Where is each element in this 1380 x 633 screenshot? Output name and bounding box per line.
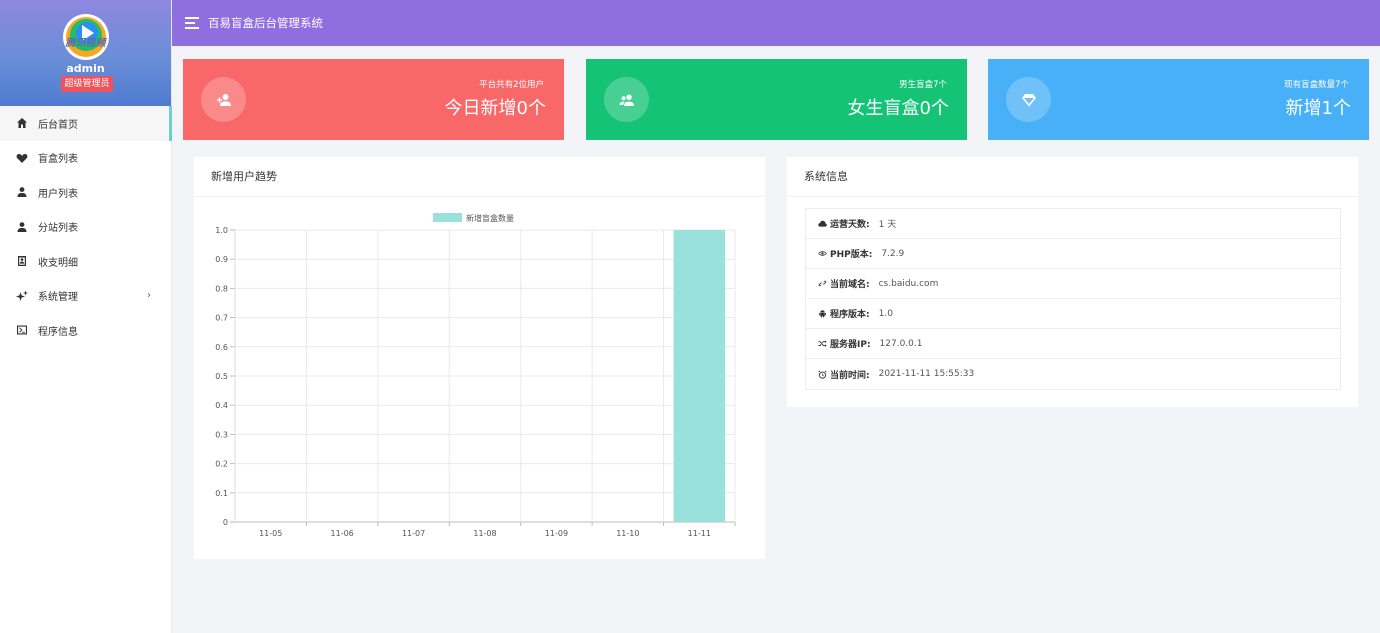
y-tick-label: 0.8	[215, 284, 228, 293]
sidebar-item-user-list[interactable]: 用户列表	[0, 175, 171, 210]
x-tick-label: 11-07	[402, 529, 425, 538]
info-label: 当前域名:	[830, 280, 870, 290]
info-value: 1.0	[878, 308, 893, 319]
x-tick-label: 11-06	[331, 529, 354, 538]
sparkle-icon	[16, 290, 28, 302]
y-tick-label: 0.6	[215, 343, 228, 352]
x-tick-label: 11-11	[688, 529, 711, 538]
username: admin	[66, 62, 105, 75]
info-value: 127.0.0.1	[879, 338, 923, 349]
diamond-icon	[1006, 77, 1051, 122]
sidebar-item-substation-list[interactable]: 分站列表	[0, 210, 171, 245]
info-row-current-time: 当前时间: 2021-11-11 15:55:33	[806, 359, 1340, 389]
users-icon	[604, 77, 649, 122]
terminal-icon	[16, 324, 28, 336]
role-badge: 超级管理员	[61, 76, 113, 92]
shuffle-icon	[817, 339, 827, 349]
y-tick-label: 0.3	[215, 430, 228, 439]
app-title: 百易盲盒后台管理系统	[208, 16, 323, 30]
chevron-right-icon: ›	[147, 290, 151, 302]
heart-icon	[16, 152, 28, 164]
eye-icon	[817, 249, 827, 259]
sidebar-item-finance[interactable]: 收支明细	[0, 244, 171, 279]
panel-title: 新增用户趋势	[194, 157, 765, 197]
card-subtitle: 男生盲盒7个	[899, 80, 947, 90]
sidebar-item-label: 后台首页	[38, 119, 78, 131]
link-icon	[817, 279, 827, 289]
sidebar-item-label: 分站列表	[38, 223, 78, 235]
stat-card-users: 平台共有2位用户 今日新增0个	[183, 59, 564, 140]
y-tick-label: 0	[223, 518, 228, 527]
system-info-panel: 系统信息 运营天数: 1 天 PHP版本: 7.2.9 当前域名: cs.bai…	[787, 157, 1358, 407]
x-tick-label: 11-08	[473, 529, 496, 538]
sidebar: 腾讯视频 admin 超级管理员 后台首页 盲盒列表 用户列表 分站列表 收支明…	[0, 0, 172, 633]
info-label: 程序版本:	[830, 310, 870, 320]
alarm-icon	[817, 369, 827, 379]
profile-header: 腾讯视频 admin 超级管理员	[0, 0, 171, 106]
sidebar-item-program-info[interactable]: 程序信息	[0, 313, 171, 348]
card-value: 今日新增0个	[444, 98, 546, 119]
y-tick-label: 1.0	[215, 226, 228, 235]
user-add-icon	[201, 77, 246, 122]
sidebar-item-label: 盲盒列表	[38, 154, 78, 166]
y-tick-label: 0.9	[215, 255, 228, 264]
sidebar-item-label: 系统管理	[38, 292, 78, 304]
x-tick-label: 11-09	[545, 529, 568, 538]
bar	[673, 230, 725, 522]
info-row-php-version: PHP版本: 7.2.9	[806, 239, 1340, 269]
user-icon	[16, 186, 28, 198]
info-label: PHP版本:	[830, 250, 873, 260]
info-label: 当前时间:	[830, 370, 870, 381]
info-value: cs.baidu.com	[878, 278, 939, 289]
top-bar: 百易盲盒后台管理系统	[172, 0, 1380, 46]
info-row-program-version: 程序版本: 1.0	[806, 299, 1340, 329]
card-subtitle: 平台共有2位用户	[479, 80, 544, 90]
sidebar-nav: 后台首页 盲盒列表 用户列表 分站列表 收支明细 系统管理 › 程序信息	[0, 106, 172, 348]
y-tick-label: 0.7	[215, 314, 228, 323]
android-icon	[817, 309, 827, 319]
info-label: 运营天数:	[830, 220, 870, 230]
sidebar-item-system[interactable]: 系统管理 ›	[0, 279, 171, 314]
info-value: 7.2.9	[881, 248, 905, 259]
system-info-table: 运营天数: 1 天 PHP版本: 7.2.9 当前域名: cs.baidu.co…	[805, 208, 1341, 390]
info-value: 2021-11-11 15:55:33	[878, 369, 975, 379]
y-tick-label: 0.5	[215, 372, 228, 381]
user-trend-chart: 新增盲盒数量 0 0.1 0.2 0.3 0.4 0.5 0.6 0.7 0.8 0.9 1.0 11-…	[215, 213, 736, 538]
info-row-domain: 当前域名: cs.baidu.com	[806, 269, 1340, 299]
card-value: 女生盲盒0个	[847, 98, 949, 119]
panel-title: 系统信息	[787, 157, 1358, 197]
info-row-operating-days: 运营天数: 1 天	[806, 209, 1340, 239]
sidebar-item-home[interactable]: 后台首页	[0, 106, 172, 141]
user-icon	[16, 221, 28, 233]
legend-label: 新增盲盒数量	[466, 213, 514, 223]
stat-card-boxes-gender: 男生盲盒7个 女生盲盒0个	[586, 59, 967, 140]
card-subtitle: 现有盲盒数量7个	[1284, 80, 1349, 90]
x-tick-label: 11-10	[616, 529, 639, 538]
sidebar-item-blindbox-list[interactable]: 盲盒列表	[0, 141, 171, 176]
sidebar-item-label: 程序信息	[38, 326, 78, 338]
contacts-icon	[16, 255, 28, 267]
y-tick-label: 0.2	[215, 460, 228, 469]
y-tick-label: 0.4	[215, 401, 228, 410]
sidebar-item-label: 收支明细	[38, 257, 78, 269]
info-value: 1 天	[878, 220, 897, 230]
cloud-icon	[817, 219, 827, 229]
info-label: 服务器IP:	[830, 340, 871, 350]
logo-text: 腾讯视频	[65, 38, 106, 49]
user-trend-panel: 新增用户趋势 新增盲盒数量 0 0.1 0.2 0.3 0.4 0.5 0.6 0.7 0.8 0.…	[194, 157, 765, 559]
legend-swatch	[433, 213, 462, 222]
info-row-server-ip: 服务器IP: 127.0.0.1	[806, 329, 1340, 359]
x-tick-label: 11-05	[259, 529, 282, 538]
home-icon	[16, 117, 28, 129]
menu-toggle-icon[interactable]	[185, 17, 199, 29]
y-tick-label: 0.1	[215, 489, 228, 498]
stat-card-box-count: 现有盲盒数量7个 新增1个	[988, 59, 1369, 140]
card-value: 新增1个	[1285, 98, 1351, 119]
sidebar-item-label: 用户列表	[38, 188, 78, 200]
